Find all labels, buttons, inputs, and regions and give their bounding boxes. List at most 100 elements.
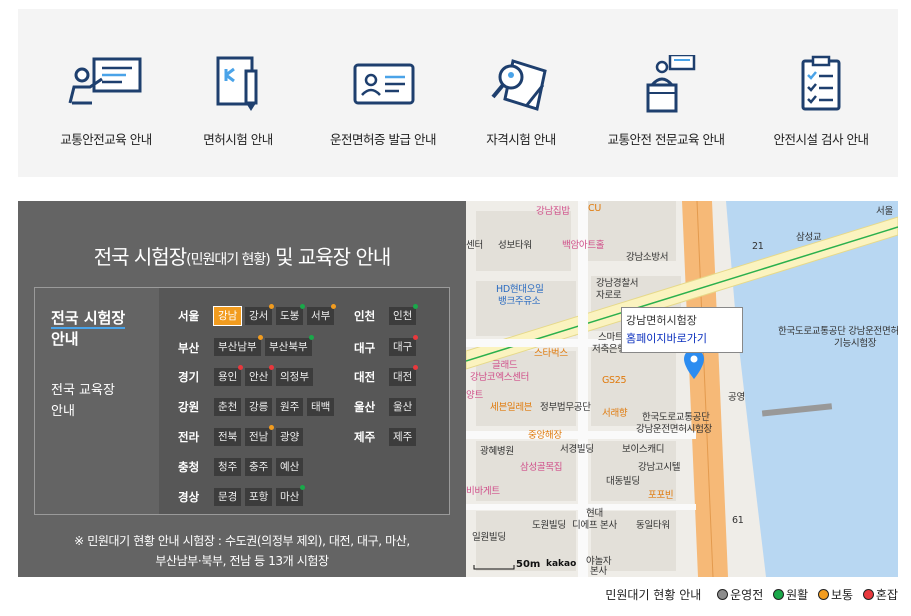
map-label: 강남소방서 — [626, 252, 669, 263]
map-label: 뱅크주유소 — [498, 296, 541, 307]
homepage-link[interactable]: 홈페이지바로가기 — [626, 330, 738, 348]
center-jeonbuk[interactable]: 전북 — [214, 428, 242, 446]
legend-item: 원활 — [773, 588, 808, 602]
center-busan-nambu[interactable]: 부산남부 — [214, 335, 263, 356]
center-gwangyang[interactable]: 광양 — [276, 428, 304, 446]
center-ansan[interactable]: 안산 — [245, 365, 275, 386]
center-label: 전남 — [249, 431, 269, 443]
center-label: 용인 — [218, 371, 238, 383]
center-busan-bukbu[interactable]: 부산북부 — [265, 335, 314, 356]
center-gangnam[interactable]: 강남 — [212, 306, 243, 326]
center-dobong[interactable]: 도봉 — [276, 304, 306, 325]
id-card-icon — [353, 63, 415, 105]
center-box: 전국 시험장 안내 전국 교육장 안내 서울 부산 경기 강원 전라 충청 경상… — [34, 287, 450, 515]
map-label: 디에프 본사 — [572, 520, 617, 531]
center-daejeon[interactable]: 대전 — [389, 365, 419, 386]
region-label: 경기 — [178, 370, 200, 384]
center-taebaek[interactable]: 태백 — [307, 398, 335, 416]
center-label: 예산 — [280, 461, 300, 473]
green-dot-icon — [773, 589, 785, 600]
tab-education-centers[interactable]: 전국 교육장 안내 — [51, 380, 115, 422]
service-qualification-test[interactable]: 자격시험 안내 — [446, 9, 596, 177]
map-label: 공영 — [728, 392, 745, 403]
center-yesan[interactable]: 예산 — [276, 458, 304, 476]
service-label: 교통안전 전문교육 안내 — [607, 132, 725, 147]
center-label: 울산 — [393, 401, 413, 413]
center-daegu[interactable]: 대구 — [389, 335, 419, 356]
map-label: 일원빌딩 — [472, 532, 506, 543]
map-view[interactable]: 강남집밥 CU 센터 성보타워 백암아트홀 강남소방서 서울 삼성교 강남경찰서… — [466, 201, 898, 577]
map-label: 보이스캐디 — [622, 444, 665, 455]
map-label: 도원빌딩 — [532, 520, 566, 531]
region-label: 전라 — [178, 430, 200, 444]
service-facility-inspection[interactable]: 안전시설 검사 안내 — [746, 9, 896, 177]
center-label: 춘천 — [218, 401, 238, 413]
region-label: 대구 — [354, 341, 376, 355]
kakao-logo: kakao — [546, 559, 577, 569]
map-label: 성보타워 — [498, 240, 532, 251]
orange-dot-icon — [817, 589, 829, 600]
map-label: 61 — [732, 515, 744, 526]
center-label: 인천 — [393, 310, 413, 322]
center-ulsan[interactable]: 울산 — [389, 398, 417, 416]
legend-item: 혼잡 — [862, 588, 898, 602]
magnifier-document-icon — [491, 59, 547, 111]
title-tail: 및 교육장 안내 — [269, 245, 391, 269]
center-uijeongbu[interactable]: 의정부 — [276, 368, 313, 386]
center-jeonnam[interactable]: 전남 — [245, 425, 275, 446]
title-small: (민원대기 현황) — [186, 252, 271, 268]
center-yongin[interactable]: 용인 — [214, 365, 244, 386]
center-label: 문경 — [218, 491, 238, 503]
service-license-issue[interactable]: 운전면허증 발급 안내 — [308, 9, 458, 177]
center-cheongju[interactable]: 청주 — [214, 458, 242, 476]
service-license-test[interactable]: 면허시험 안내 — [163, 9, 313, 177]
status-dot — [413, 304, 419, 309]
center-pohang[interactable]: 포항 — [245, 488, 273, 506]
center-incheon[interactable]: 인천 — [389, 304, 419, 325]
map-label: 대동빌딩 — [606, 476, 640, 487]
tab-list: 전국 시험장 안내 전국 교육장 안내 — [35, 288, 159, 514]
map-popup: 강남면허시험장 홈페이지바로가기 — [621, 307, 743, 353]
presentation-board-icon — [68, 57, 142, 105]
map-label: 정부법무공단 — [540, 402, 591, 413]
application-pen-icon — [216, 56, 258, 111]
status-dot — [413, 365, 419, 370]
region-label: 강원 — [178, 400, 200, 414]
service-traffic-education[interactable]: 교통안전교육 안내 — [31, 9, 181, 177]
center-gangseo[interactable]: 강서 — [245, 304, 275, 325]
status-dot — [269, 304, 275, 309]
center-chungju[interactable]: 충주 — [245, 458, 273, 476]
tab-label: 안내 — [51, 404, 75, 419]
status-dot — [413, 335, 419, 340]
map-label: 본사 — [590, 566, 607, 577]
map-label: 스타벅스 — [534, 348, 568, 359]
center-gangneung[interactable]: 강릉 — [245, 398, 273, 416]
center-label: 서부 — [311, 310, 331, 322]
legend-item: 운영전 — [717, 588, 763, 602]
status-legend: 민원대기 현황 안내 운영전 원활 보통 혼잡 — [605, 586, 898, 603]
center-jeju[interactable]: 제주 — [389, 428, 417, 446]
center-mungyeong[interactable]: 문경 — [214, 488, 242, 506]
center-chuncheon[interactable]: 춘천 — [214, 398, 242, 416]
legend-item: 보통 — [817, 588, 853, 602]
map-label: 삼성골목집 — [520, 462, 563, 473]
map-label: 양트 — [466, 390, 483, 401]
center-label: 태백 — [311, 401, 331, 413]
map-label: 광혜병원 — [480, 446, 514, 457]
status-dot — [257, 335, 263, 340]
region-label: 인천 — [354, 309, 376, 323]
status-dot — [300, 304, 306, 309]
service-label: 자격시험 안내 — [486, 132, 556, 147]
map-label: GS25 — [602, 375, 627, 386]
map-label: 삼성교 — [796, 232, 822, 243]
center-masan[interactable]: 마산 — [276, 485, 306, 506]
popup-title: 강남면허시험장 — [626, 314, 697, 327]
region-label: 대전 — [354, 370, 376, 384]
center-label: 전북 — [218, 431, 238, 443]
legend-title: 민원대기 현황 안내 — [605, 588, 702, 602]
center-label: 마산 — [280, 491, 300, 503]
center-wonju[interactable]: 원주 — [276, 398, 304, 416]
service-expert-education[interactable]: 교통안전 전문교육 안내 — [591, 9, 741, 177]
center-seobu[interactable]: 서부 — [307, 304, 337, 325]
tab-exam-centers[interactable]: 전국 시험장 안내 — [51, 308, 126, 350]
